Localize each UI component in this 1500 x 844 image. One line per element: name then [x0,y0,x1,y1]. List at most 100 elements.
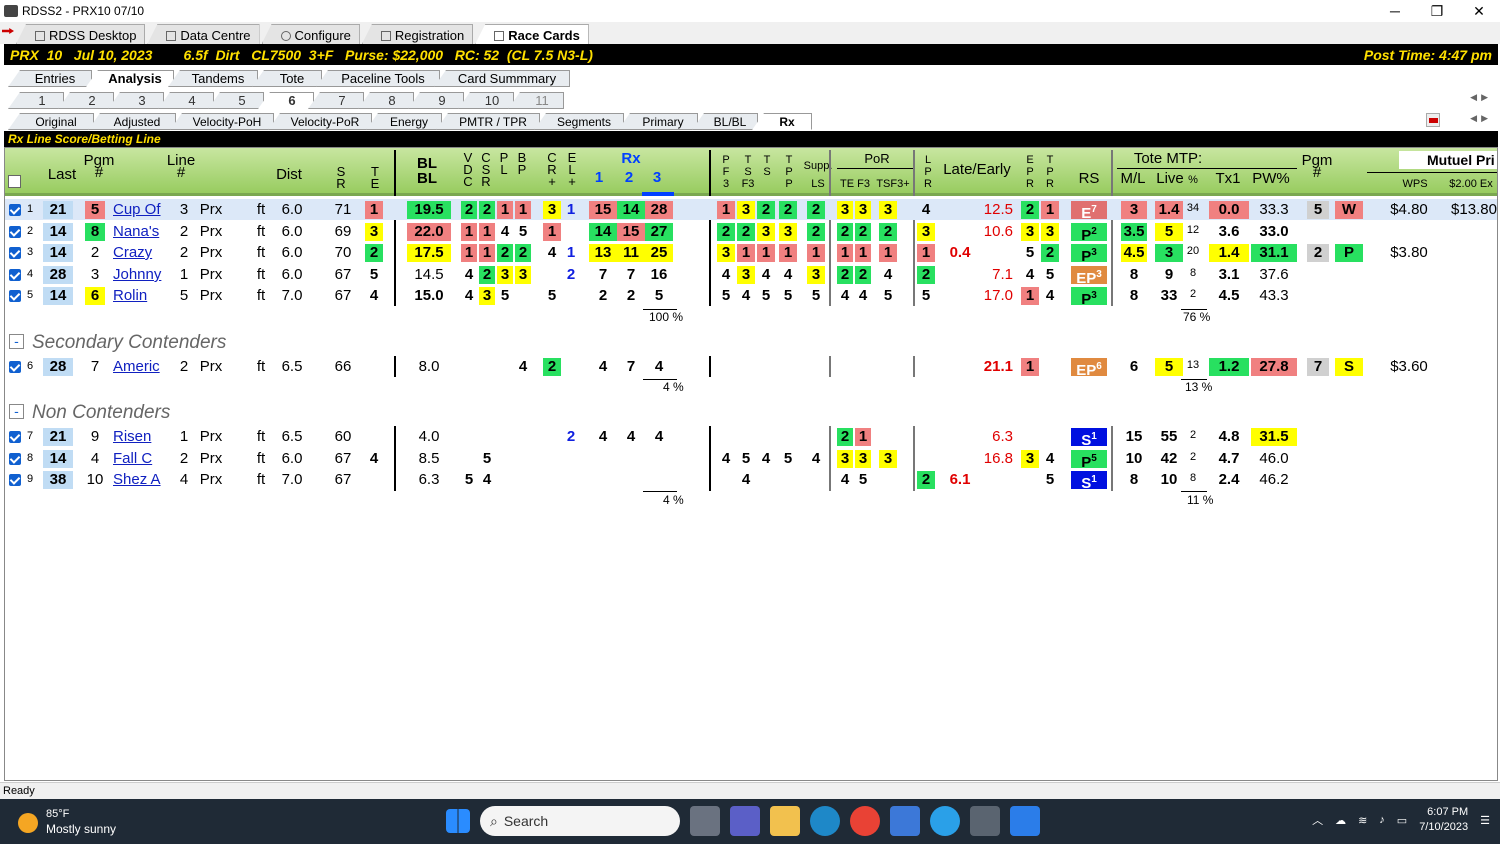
subtab-original[interactable]: Original [8,113,94,130]
subtab-velocity-por[interactable]: Velocity-PoR [268,113,372,130]
cell-name[interactable]: Americ [113,358,171,376]
subtab-rx[interactable]: Rx [752,113,812,130]
hdr-pct[interactable]: % [1185,174,1201,186]
hdr-tpp[interactable]: T P P [782,154,796,190]
hdr-cr[interactable]: C R + [545,151,559,188]
hdr-sr[interactable]: S R [333,165,349,190]
cell-name[interactable]: Crazy [113,244,171,262]
race-tab-9[interactable]: 9 [408,92,464,109]
race-tab-11[interactable]: 11 [508,92,564,109]
tab-card-summary[interactable]: Card Summmary [434,70,570,87]
table-row[interactable]: 7 21 9 Risen 1 Prx ft 6.5 60 4.0 2 4 4 4 2 1 6.3 15 55 2 4.8… [5,426,1497,449]
hdr-late-early[interactable]: Late/Early [937,162,1017,177]
collapse-icon[interactable]: - [9,334,24,349]
cell-name[interactable]: Johnny [113,266,171,284]
hdr-wps[interactable]: WPS [1395,178,1435,190]
hdr-pw[interactable]: PW% [1249,171,1293,186]
hdr-csr[interactable]: C S R [479,151,493,188]
tab-configure[interactable]: Configure [261,24,360,44]
file-explorer-icon[interactable] [770,806,800,836]
table-row[interactable]: 6 28 7 Americ 2 Prx ft 6.5 66 8.0 4 2 4 7 4 21.1 1 6 5 13 1.… [5,356,1497,379]
race-tab-2[interactable]: 2 [58,92,114,109]
hdr-last[interactable]: Last [43,167,81,182]
weather-widget[interactable]: 85°F Mostly sunny [18,807,116,837]
hdr-lpr[interactable]: L P R [921,154,935,190]
volume-icon[interactable]: ♪ [1379,814,1385,826]
hdr-live[interactable]: Live [1153,171,1187,186]
race-tab-6[interactable]: 6 [258,92,314,109]
row-checkbox[interactable] [9,247,21,259]
cell-name[interactable]: Fall C [113,450,171,468]
subtab-bl-bl[interactable]: BL/BL [692,113,758,130]
group-secondary[interactable]: - Secondary Contenders [9,332,226,354]
hdr-rx3[interactable]: 3 [649,170,665,185]
store-icon[interactable] [890,806,920,836]
tab-tote[interactable]: Tote [252,70,322,87]
hdr-tsf3plus[interactable]: TSF3+ [873,178,913,190]
hdr-pgm[interactable]: Pgm # [79,153,119,180]
cell-name[interactable]: Cup Of [113,201,171,219]
clock[interactable]: 6:07 PM 7/10/2023 [1419,805,1468,835]
edge-icon[interactable] [810,806,840,836]
notification-icon[interactable]: ☰ [1480,814,1490,827]
hdr-ex[interactable]: $2.00 Ex [1443,178,1497,190]
cell-name[interactable]: Shez A [113,471,171,489]
row-checkbox[interactable] [9,226,21,238]
windows-start-icon[interactable] [446,809,470,833]
hdr-ts[interactable]: T S [760,154,774,178]
row-checkbox[interactable] [9,361,21,373]
subtab-velocity-poh[interactable]: Velocity-PoH [170,113,274,130]
hdr-rx1[interactable]: 1 [591,170,607,185]
table-row[interactable]: 4 28 3 Johnny 1 Prx ft 6.0 67 5 14.5 4 2 3 3 2 7 7 16 4 3 4 4 3… [5,264,1497,287]
tab-entries[interactable]: Entries [8,70,92,87]
minimize-button[interactable]: ─ [1374,0,1416,22]
teams-icon[interactable] [730,806,760,836]
row-checkbox[interactable] [9,290,21,302]
chevron-up-icon[interactable]: ︿ [1312,812,1323,828]
race-tab-8[interactable]: 8 [358,92,414,109]
select-all-checkbox[interactable] [8,175,21,188]
hdr-te[interactable]: T E [367,165,383,190]
row-checkbox[interactable] [9,431,21,443]
cell-name[interactable]: Rolin [113,287,171,305]
race-tab-5[interactable]: 5 [208,92,264,109]
tab-paceline-tools[interactable]: Paceline Tools [316,70,440,87]
hdr-ml[interactable]: M/L [1115,171,1151,186]
help-icon[interactable] [930,806,960,836]
tab-race-cards[interactable]: Race Cards [475,24,589,44]
hdr-rs[interactable]: RS [1071,171,1107,186]
tab-registration[interactable]: Registration [361,24,474,44]
race-tab-1[interactable]: 1 [8,92,64,109]
rdss-app-icon[interactable] [970,806,1000,836]
row-checkbox[interactable] [9,269,21,281]
table-row[interactable]: 5 14 6 Rolin 5 Prx ft 7.0 67 4 15.0 4 3 5 5 2 2 5 5 4 5 5 5 4 4 5… [5,285,1497,308]
tab-tandems[interactable]: Tandems [168,70,258,87]
tab-analysis[interactable]: Analysis [86,70,174,87]
row-checkbox[interactable] [9,204,21,216]
cell-name[interactable]: Nana's [113,223,171,241]
row-checkbox[interactable] [9,474,21,486]
hdr-line[interactable]: Line # [161,153,201,180]
hdr-pgm2[interactable]: Pgm # [1297,153,1337,180]
taskbar-search[interactable]: ⌕ Search [480,806,680,836]
table-row[interactable]: 2 14 8 Nana's 2 Prx ft 6.0 69 3 22.0 1 1 4 5 1 14 15 27 2 2 3… [5,221,1497,244]
chrome-icon[interactable] [850,806,880,836]
table-row[interactable]: 8 14 4 Fall C 2 Prx ft 6.0 67 4 8.5 5 4 5 4 5 4 3 3 3 16.8 3 4… [5,448,1497,471]
subtab-scroll-arrows[interactable]: ◀▶ [1470,113,1492,124]
hdr-blbl[interactable]: BL BL [405,156,449,186]
hdr-tpr[interactable]: T P R [1043,154,1057,190]
hdr-dist[interactable]: Dist [269,167,309,182]
hdr-tote-mtp[interactable]: Tote MTP: [1123,151,1213,166]
hdr-epr[interactable]: E P R [1023,154,1037,190]
hdr-bp[interactable]: B P [515,151,529,176]
hdr-pf3[interactable]: P F 3 [719,154,733,190]
close-button[interactable]: ✕ [1458,0,1500,22]
hdr-mutuel[interactable]: Mutuel Pri [1399,151,1497,169]
subtab-primary[interactable]: Primary [618,113,698,130]
subtab-adjusted[interactable]: Adjusted [88,113,176,130]
cell-name[interactable]: Risen [113,428,171,446]
hdr-tx1[interactable]: Tx1 [1211,171,1245,186]
collapse-icon[interactable]: - [9,404,24,419]
subtab-energy[interactable]: Energy [366,113,442,130]
race-tab-7[interactable]: 7 [308,92,364,109]
